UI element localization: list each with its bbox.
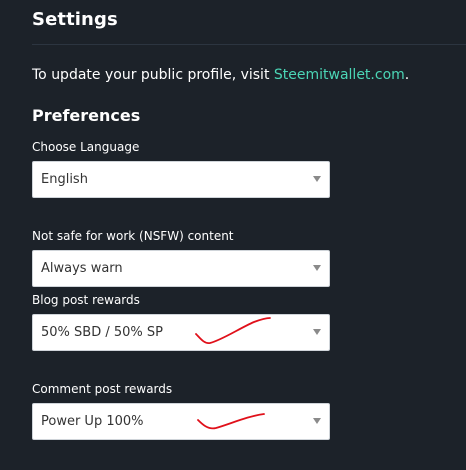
chevron-down-icon <box>313 176 321 182</box>
blog-rewards-select-value: 50% SBD / 50% SP <box>41 325 163 340</box>
nsfw-label: Not safe for work (NSFW) content <box>32 229 234 243</box>
comment-rewards-label: Comment post rewards <box>32 382 173 396</box>
nsfw-select-value: Always warn <box>41 261 123 276</box>
profile-update-period: . <box>404 67 410 83</box>
language-select[interactable]: English <box>32 161 330 198</box>
preferences-heading: Preferences <box>32 106 141 125</box>
chevron-down-icon <box>313 329 321 335</box>
nsfw-select[interactable]: Always warn <box>32 250 330 287</box>
language-label: Choose Language <box>32 140 140 154</box>
blog-rewards-select[interactable]: 50% SBD / 50% SP <box>32 314 330 351</box>
comment-rewards-select-value: Power Up 100% <box>41 414 144 429</box>
chevron-down-icon <box>313 265 321 271</box>
steemitwallet-link[interactable]: Steemitwallet.com <box>274 67 405 83</box>
language-select-value: English <box>41 172 88 187</box>
chevron-down-icon <box>313 418 321 424</box>
comment-rewards-select[interactable]: Power Up 100% <box>32 403 330 440</box>
profile-update-text: To update your public profile, visit Ste… <box>32 67 409 83</box>
page-title: Settings <box>32 9 118 30</box>
title-divider <box>32 44 466 45</box>
blog-rewards-label: Blog post rewards <box>32 293 140 307</box>
profile-update-message: To update your public profile, visit <box>32 67 274 83</box>
